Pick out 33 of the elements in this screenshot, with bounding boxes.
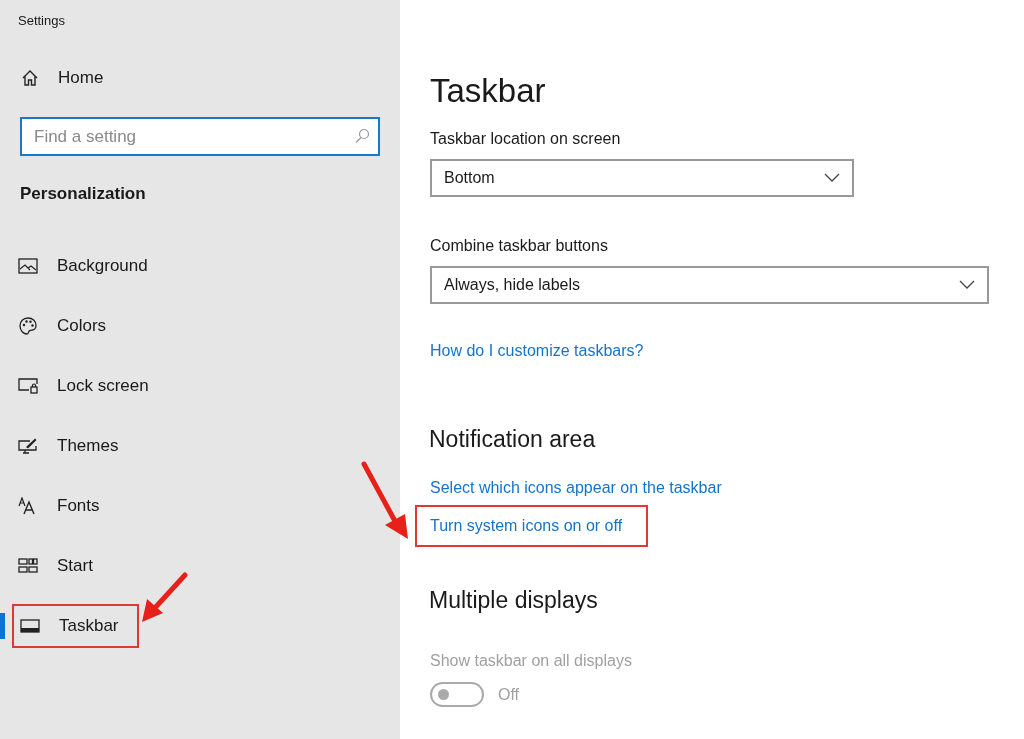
section-heading: Multiple displays <box>429 587 599 614</box>
page-title: Taskbar <box>430 72 547 110</box>
chevron-down-icon <box>959 280 975 290</box>
search-icon <box>354 128 370 144</box>
lock-screen-icon <box>18 377 38 395</box>
link[interactable]: How do I customize taskbars? <box>430 342 644 360</box>
section-heading: Personalization <box>20 184 147 204</box>
field-label: Combine taskbar buttons <box>430 237 609 255</box>
tiles-icon <box>18 557 38 575</box>
palette-icon <box>18 316 38 336</box>
nav-item[interactable]: Fonts <box>18 485 118 527</box>
link[interactable]: Turn system icons on or off <box>415 505 649 547</box>
themes-icon <box>18 437 38 455</box>
dropdown[interactable]: Always, hide labels <box>430 266 989 304</box>
image-icon <box>18 257 38 275</box>
taskbar-icon <box>20 617 40 635</box>
home-nav-item[interactable]: Home <box>21 68 400 88</box>
toggle-state: Off <box>498 685 520 704</box>
toggle-label: Show taskbar on all displays <box>430 652 633 670</box>
home-icon <box>21 69 39 87</box>
fonts-icon <box>18 497 38 515</box>
link[interactable]: Select which icons appear on the taskbar <box>430 479 722 497</box>
window-title: Settings <box>17 12 66 28</box>
dropdown[interactable]: Bottom <box>430 159 854 197</box>
chevron-down-icon <box>824 173 840 183</box>
nav-item[interactable]: Start <box>18 545 111 587</box>
search-field[interactable]: Find a setting <box>20 117 380 156</box>
nav-item[interactable]: Background <box>18 245 166 287</box>
field-label: Taskbar location on screen <box>430 130 622 148</box>
section-heading: Notification area <box>429 426 597 453</box>
nav-item[interactable]: Themes <box>18 425 137 467</box>
nav-item[interactable]: Colors <box>18 305 125 347</box>
nav-item[interactable]: Lock screen <box>18 365 167 407</box>
